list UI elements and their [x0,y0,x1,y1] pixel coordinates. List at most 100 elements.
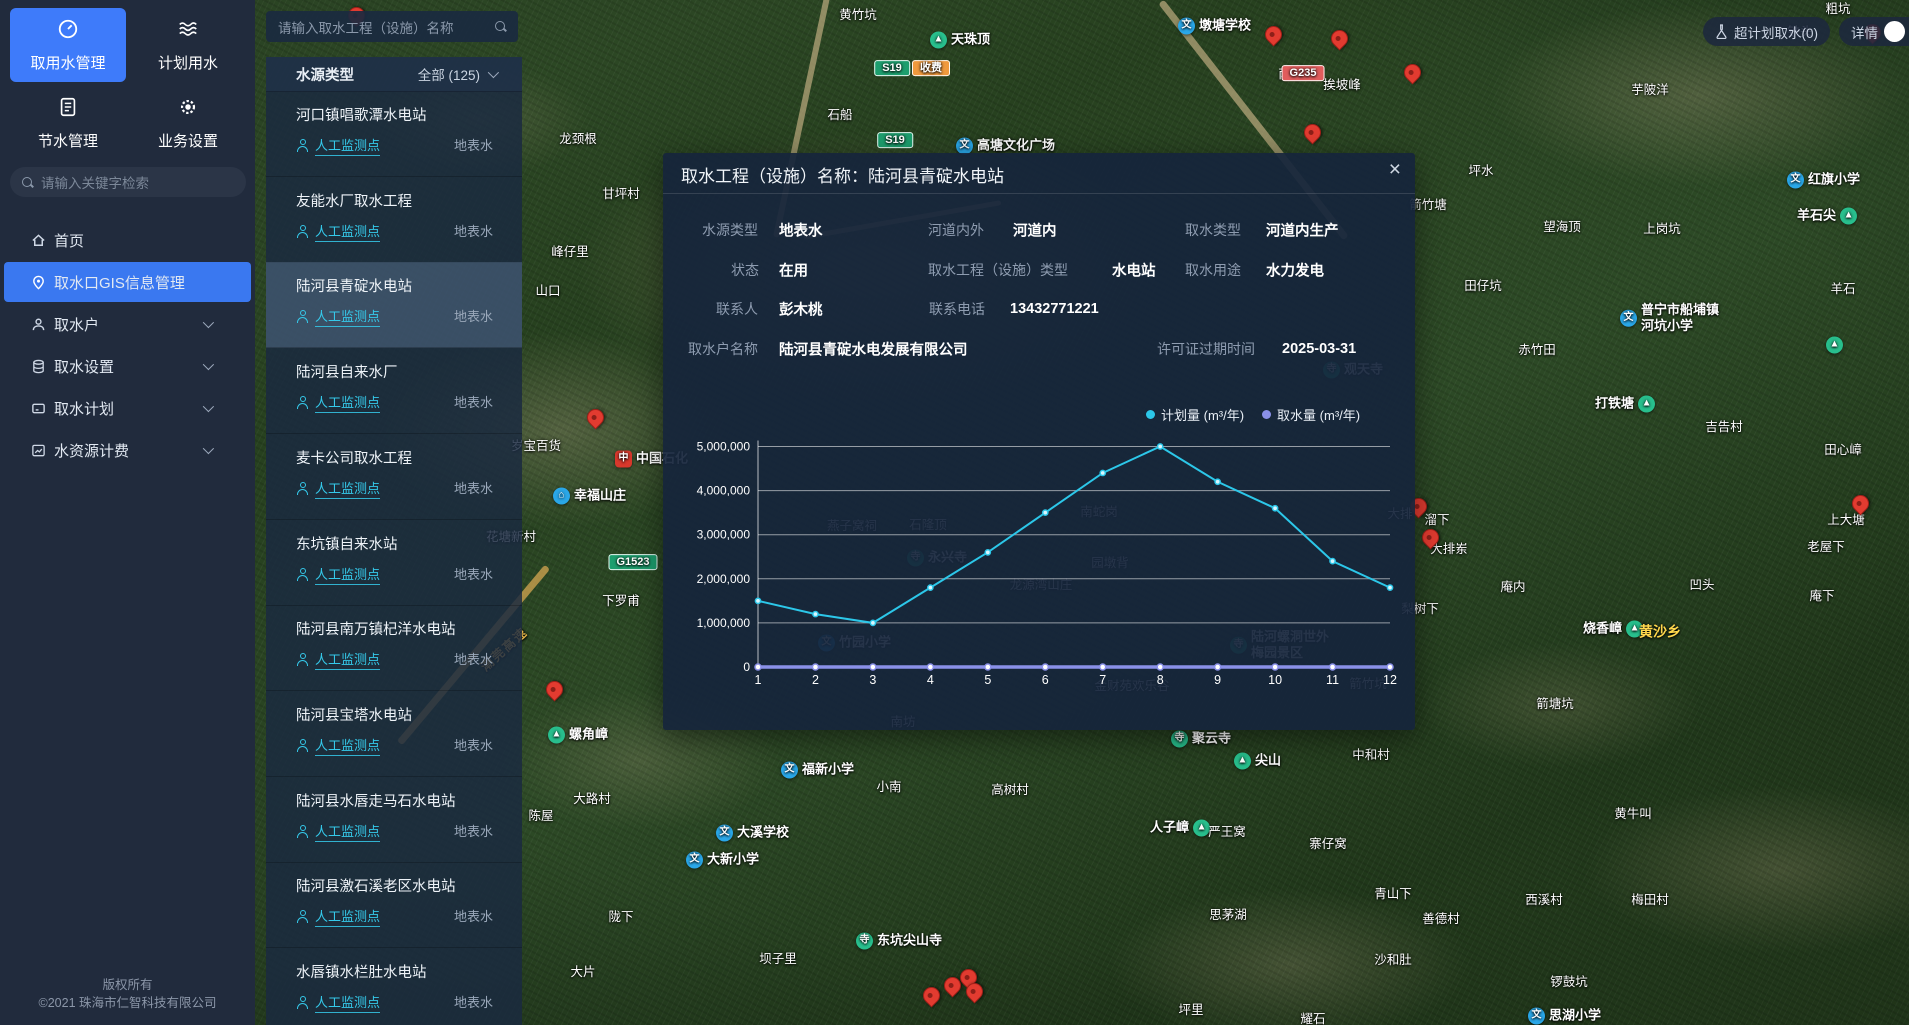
monitor-type-link[interactable]: 人工监测点 [315,392,380,413]
facility-name: 友能水厂取水工程 [296,190,412,211]
school-icon: 文 [686,852,703,869]
road-badge: S19 [874,60,910,76]
list-item[interactable]: 陆河县自来水厂人工监测点 地表水 [266,348,522,434]
list-item[interactable]: 陆河县宝塔水电站人工监测点地表水 [266,691,522,777]
filter-dropdown[interactable]: 全部 (125) [418,64,496,84]
app-tile-0[interactable]: 取用水管理 [10,8,126,82]
water-source-type: 地表水 [454,821,493,840]
sidebar-item-5[interactable]: 水资源计费 [4,430,251,470]
list-item[interactable]: 陆河县南万镇杞洋水电站人工监测点地表水 [266,605,522,691]
person-icon [296,139,309,152]
modal-divider [663,193,1415,194]
monitor-type-link[interactable]: 人工监测点 [315,135,380,156]
field-label: 水源类型 [702,220,758,240]
map-label-text: 天珠顶 [951,32,990,48]
list-item[interactable]: 友能水厂取水工程人工监测点 地表水 [266,177,522,263]
app-tile-1[interactable]: 计划用水 [130,8,246,82]
monitor-type-link[interactable]: 人工监测点 [315,906,380,927]
map-label: 大路村 [573,792,611,808]
water-source-type: 地表水 [454,221,493,240]
detail-toggle[interactable]: 详情 [1839,17,1909,46]
legend-item[interactable]: 计划量 (m³/年) [1146,405,1244,424]
monitor-type-link[interactable]: 人工监测点 [315,221,380,242]
map-label-text: 尖山 [1255,753,1281,769]
toggle-knob[interactable] [1884,21,1905,42]
map-label: 高树村 [991,783,1029,799]
map-label-text: 螺角嶂 [569,727,608,743]
map-label: 锣鼓坑 [1550,975,1588,991]
sidebar-item-4[interactable]: 取水计划 [4,388,251,428]
field-label: 状态 [731,260,759,280]
sidebar-item-2[interactable]: 取水户 [4,304,251,344]
map-label: 甘坪村 [602,187,640,203]
monitor-type-link[interactable]: 人工监测点 [315,735,380,756]
sidebar-item-1[interactable]: 取水口GIS信息管理 [4,262,251,302]
top-controls: 超计划取水(0) 详情 [1703,17,1909,46]
field-label: 河道内外 [928,220,984,240]
sidebar-item-3[interactable]: 取水设置 [4,346,251,386]
monitor-type-link[interactable]: 人工监测点 [315,478,380,499]
over-plan-intake-button[interactable]: 超计划取水(0) [1703,17,1830,46]
copyright-line1: 版权所有 [0,976,255,995]
school-icon: 文 [1528,1008,1545,1025]
field-label: 取水工程（设施）类型 [928,260,1068,280]
sidebar-item-0[interactable]: 首页 [4,220,251,260]
field-label: 许可证过期时间 [1157,339,1255,359]
person-icon [296,482,309,495]
sidebar-item-label: 取水户 [54,314,99,335]
legend-item[interactable]: 取水量 (m³/年) [1262,405,1360,424]
app-tile-2[interactable]: 节水管理 [10,86,126,160]
map-label: S19 [874,60,910,76]
map-label: 寺聚云寺 [1171,731,1231,748]
mountain-icon: ▲ [1840,208,1857,225]
map-label-text: 高塘文化广场 [977,138,1055,154]
list-item[interactable]: 河口镇唱歌潭水电站人工监测点地表水 [266,91,522,177]
monitor-type-link[interactable]: 人工监测点 [315,821,380,842]
map-label: 石船 [827,108,852,124]
close-icon[interactable]: × [1389,159,1401,180]
field-label: 取水用途 [1185,260,1241,280]
monitor-type-link[interactable]: 人工监测点 [315,564,380,585]
monitor-type-link[interactable]: 人工监测点 [315,992,380,1013]
field-value: 陆河县青碇水电发展有限公司 [779,339,968,360]
list-item[interactable]: 陆河县水唇走马石水电站人工监测点地表水 [266,777,522,863]
list-item[interactable]: 陆河县激石溪老区水电站人工监测点地表水 [266,862,522,948]
list-item[interactable]: 麦卡公司取水工程人工监测点地表水 [266,434,522,520]
keyword-search-input[interactable]: 请输入关键字检索 [10,167,246,197]
list-item[interactable]: 东坑镇自来水站人工监测点地表水 [266,520,522,606]
person-icon [296,225,309,238]
map-label-text: 聚云寺 [1192,731,1231,747]
map-label-text: 东坑尖山寺 [877,933,942,949]
map-label: 人子嶂▲ [1150,820,1210,837]
search-icon[interactable] [495,21,506,32]
app-tile-3[interactable]: 业务设置 [130,86,246,160]
facility-search-input[interactable]: 请输入取水工程（设施）名称 [266,11,518,42]
chevron-down-icon [203,443,214,454]
legend-dot-icon [1146,410,1155,419]
road-badge: S19 [877,132,913,148]
map-label: G235 [1282,65,1325,81]
person-icon [296,396,309,409]
map-label: 大排岽 [1430,542,1468,558]
monitor-type-link[interactable]: 人工监测点 [315,306,380,327]
list-item[interactable]: 陆河县青碇水电站人工监测点地表水 [266,262,522,348]
person-icon [296,825,309,838]
facility-name: 陆河县激石溪老区水电站 [296,875,456,896]
monitor-type-link[interactable]: 人工监测点 [315,649,380,670]
water-source-type: 地表水 [454,392,493,411]
field-value: 彭木桃 [779,299,823,320]
chevron-down-icon [203,401,214,412]
app-tile-label: 节水管理 [38,130,98,151]
map-label: 上岗坑 [1643,222,1681,238]
temple-icon: 寺 [1171,731,1188,748]
facility-monitor: 人工监测点 [296,906,380,927]
facility-name: 陆河县自来水厂 [296,361,398,382]
map-label: 下罗甫 [602,594,640,610]
over-plan-intake-label: 超计划取水(0) [1734,22,1818,42]
map-label-text: 大溪学校 [737,825,789,841]
mountain-icon: ▲ [1826,337,1843,354]
person-icon [296,568,309,581]
sidebar-item-label: 水资源计费 [54,440,129,461]
map-label: 寨仔窝 [1309,837,1347,853]
list-item[interactable]: 水唇镇水栏肚水电站人工监测点地表水 [266,948,522,1025]
